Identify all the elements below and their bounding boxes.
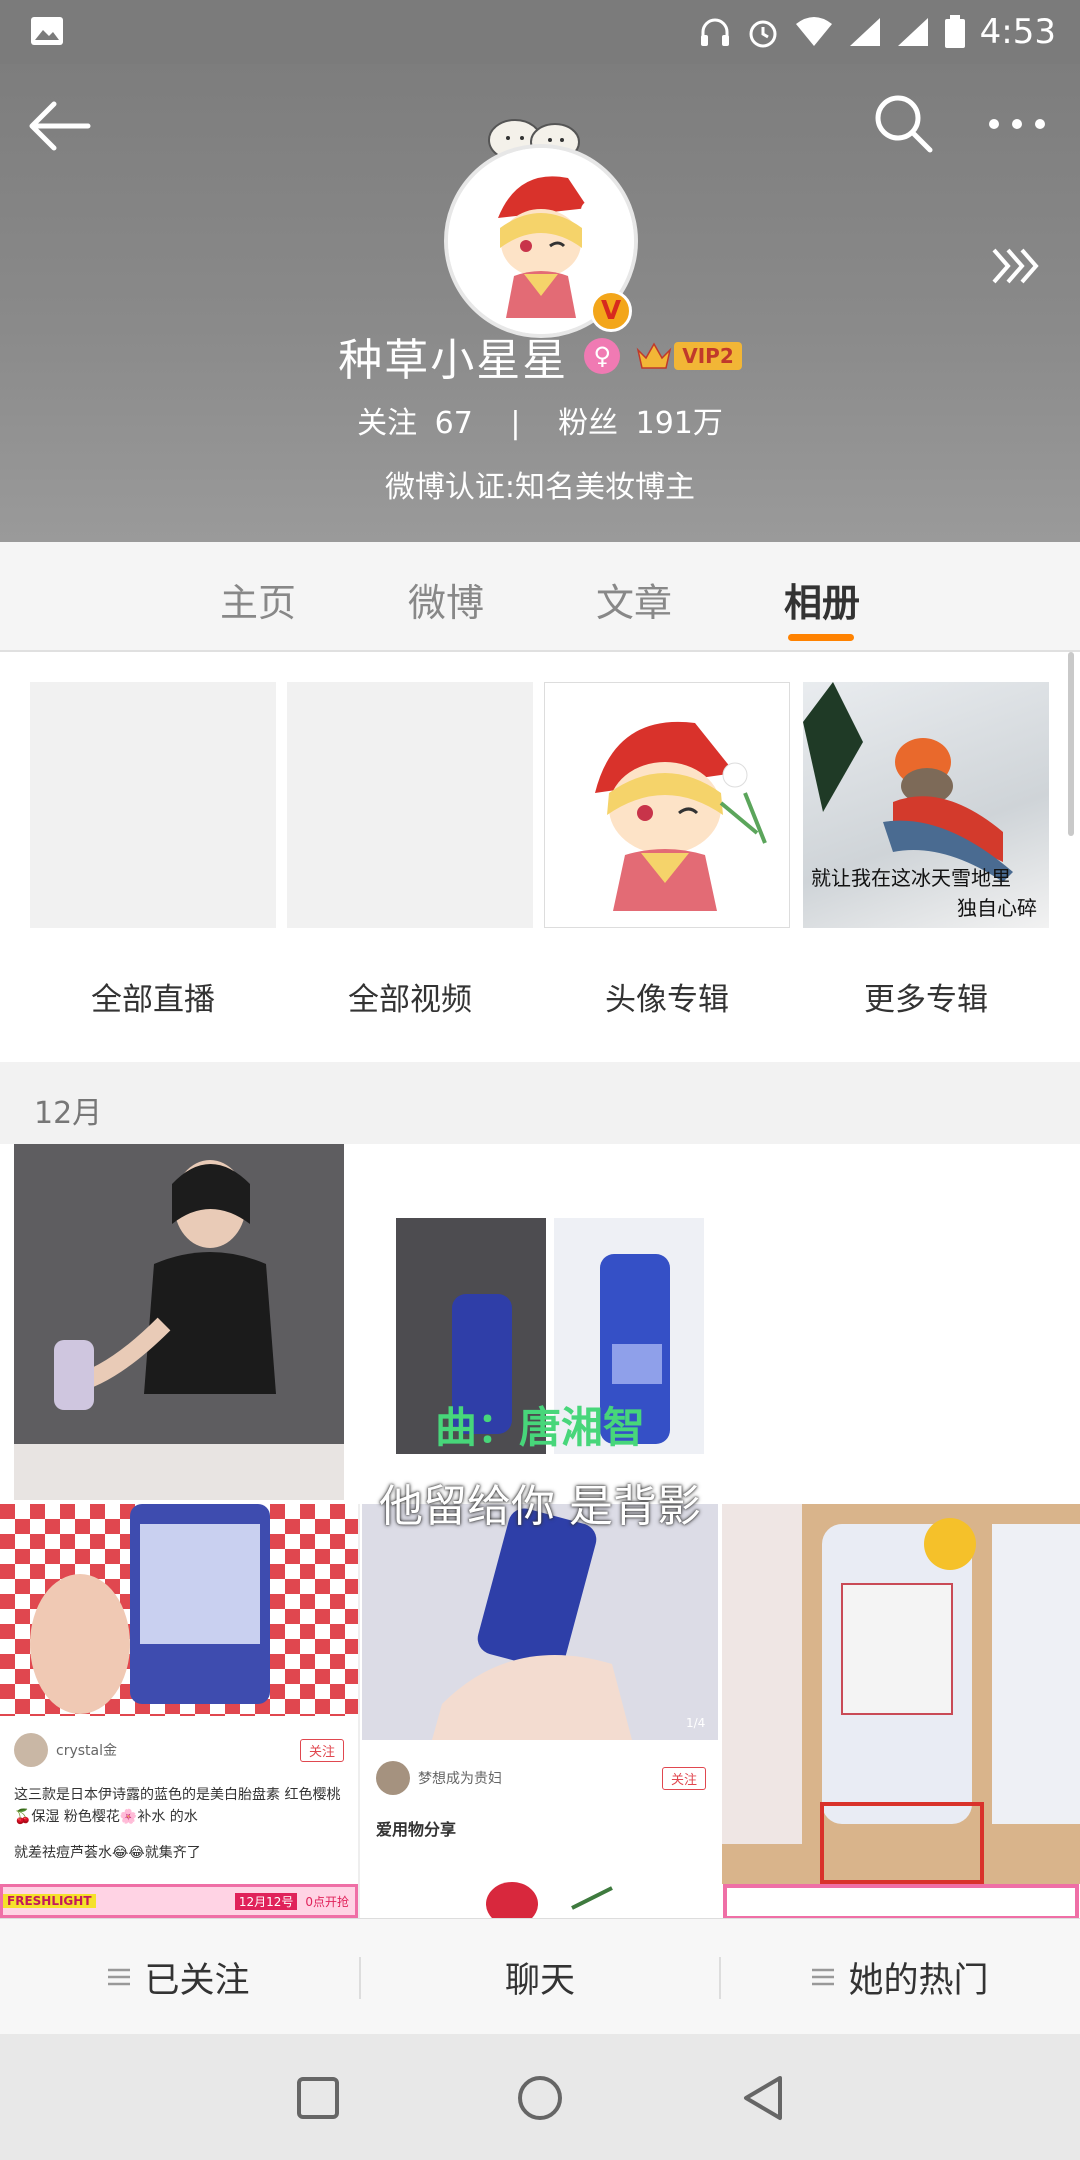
chat-button[interactable]: 聊天 [361,1919,719,2035]
profile-tabs: 主页 微博 文章 相册 [0,542,1080,652]
anime-girl-thumbnail-icon [595,721,767,911]
month-header: 12月 [0,1062,1080,1144]
profile-header: V 种草小星星 ♀ VIP2 关注 67 | 粉丝 191万 微博认证:知名美妆… [0,64,1080,542]
tab-album[interactable]: 相册 [784,572,860,627]
album-thumbnail [30,682,276,928]
status-bar: 4:53 [0,0,1080,64]
avatar[interactable] [14,1733,48,1767]
alarm-icon [749,20,777,48]
album-label: 头像专辑 [605,982,729,1018]
album-more[interactable]: 就让我在这冰天雪地里 独自心碎 更多专辑 [803,682,1049,1019]
system-nav-bar [0,2034,1080,2160]
photo-page-indicator: 1/4 [686,1716,706,1730]
album-thumbnail: 就让我在这冰天雪地里 独自心碎 [803,682,1049,928]
album-label: 更多专辑 [864,982,988,1018]
chat-label: 聊天 [504,1960,575,2001]
bottom-action-bar: 已关注 聊天 她的热门 [0,1918,1080,2035]
following-label[interactable]: 关注 [357,406,417,441]
post-text: 这三款是日本伊诗露的蓝色的是美白胎盘素 红色樱桃🍒保湿 粉色樱花🌸补水 的水 [14,1787,341,1825]
avatar-container[interactable]: V [440,104,640,338]
battery-icon [944,15,965,48]
scrollbar[interactable] [1068,652,1074,836]
post-author[interactable]: crystal金 [56,1740,117,1760]
photo-thumbnail[interactable] [722,1504,1080,1918]
home-circle-icon[interactable] [516,2074,564,2122]
month-label: 12月 [34,1096,103,1131]
clock-time: 4:53 [979,12,1056,52]
follow-button[interactable]: 关注 [299,1738,344,1762]
banner-time: 0点开抢 [305,1894,349,1909]
product-photo-icon [0,1504,358,1716]
tab-weibo[interactable]: 微博 [408,572,484,627]
fans-count[interactable]: 191万 [636,406,723,441]
album-all-live[interactable]: 全部直播 [30,682,276,1019]
video-caption-lyric: 他留给你 是背影 [379,1481,701,1532]
post-text-2: 就差祛痘芦荟水😂😂就集齐了 [14,1845,201,1861]
image-notification-icon [31,17,63,45]
woman-photo-icon [14,1144,344,1500]
search-icon[interactable] [872,92,936,156]
username-row: 种草小星星 ♀ VIP2 [0,326,1080,386]
thumb-caption-2: 独自心碎 [957,896,1037,920]
photo-grid: 曲：唐湘智 他留给你 是背影 crystal金 关注 这三款是日本伊诗露的蓝色的… [0,1144,1080,1918]
album-label: 全部视频 [348,982,472,1018]
post-author-row: 梦想成为贵妇 关注 [376,1758,706,1798]
promo-banner[interactable]: FRESHLIGHT 12月12号 0点开抢 [0,1884,358,1918]
tab-home[interactable]: 主页 [220,572,296,627]
active-tab-indicator [788,634,854,641]
post-title: 爱用物分享 [376,1820,457,1839]
more-options-icon[interactable] [986,114,1048,134]
followed-button[interactable]: 已关注 [0,1919,358,2035]
store-shelf-photo-icon [722,1504,1080,1918]
album-avatars[interactable]: 头像专辑 [544,682,790,1019]
back-arrow-icon[interactable] [28,98,94,154]
chevrons-right-icon[interactable] [990,246,1042,286]
her-hot-label: 她的热门 [848,1960,989,2001]
berry-photo-icon [486,1882,613,1918]
signal-icon-2 [897,18,928,46]
back-triangle-icon[interactable] [740,2074,786,2122]
signal-icon [849,18,880,46]
crown-icon [636,342,672,369]
photo-thumbnail-blank[interactable] [722,1144,1080,1500]
menu-lines-icon [108,1968,131,1986]
video-caption-song: 曲：唐湘智 [434,1403,645,1452]
album-thumbnail [544,682,790,928]
post-author-row: crystal金 关注 [14,1730,344,1770]
thumb-caption-1: 就让我在这冰天雪地里 [811,866,1011,890]
verification-text: 微博认证:知名美妆博主 [384,470,696,505]
post-author[interactable]: 梦想成为贵妇 [418,1768,502,1788]
menu-lines-icon [812,1968,835,1986]
username: 种草小星星 [338,335,569,386]
female-gender-icon: ♀ [584,338,621,374]
wifi-icon [795,17,832,46]
her-hot-button[interactable]: 她的热门 [721,1919,1080,2035]
stats-separator: | [510,406,521,441]
banner-date: 12月12号 [234,1892,298,1910]
video-thumbnail[interactable]: 曲：唐湘智 [362,1144,718,1500]
fans-label[interactable]: 粉丝 [558,406,618,441]
headphones-icon [700,18,729,46]
album-label: 全部直播 [91,982,215,1018]
followed-label: 已关注 [144,1960,250,2001]
banner-brand: FRESHLIGHT [3,1894,96,1908]
post-card[interactable]: crystal金 关注 这三款是日本伊诗露的蓝色的是美白胎盘素 红色樱桃🍒保湿 … [0,1504,360,1918]
album-all-videos[interactable]: 全部视频 [287,682,533,1019]
post-card[interactable]: 1/4 梦想成为贵妇 关注 爱用物分享 [362,1504,718,1918]
hand-bottle-photo-icon [362,1504,718,1740]
album-list: 全部直播 全部视频 头像专辑 就让我在这冰天雪地里 独自心碎 更多专辑 [0,652,1080,1062]
tab-articles[interactable]: 文章 [596,572,672,627]
follow-button[interactable]: 关注 [661,1766,706,1790]
avatar[interactable] [376,1761,410,1795]
recents-square-icon[interactable] [296,2076,340,2120]
follow-stats: 关注 67 | 粉丝 191万 [0,398,1080,442]
album-thumbnail [287,682,533,928]
vip-badge[interactable]: VIP2 [636,340,742,372]
vip-level: VIP2 [674,342,742,370]
photo-thumbnail[interactable] [14,1144,344,1500]
following-count[interactable]: 67 [435,406,473,441]
